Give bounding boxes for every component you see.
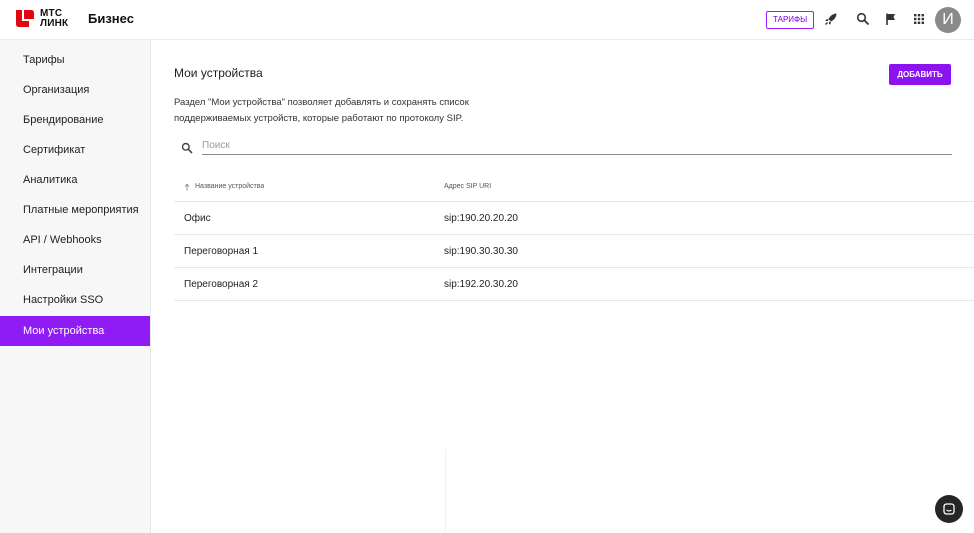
divider <box>445 450 446 533</box>
sidebar-item-paid-events[interactable]: Платные мероприятия <box>0 195 150 225</box>
sidebar-item-branding[interactable]: Брендирование <box>0 105 150 135</box>
sip-uri-cell: sip:190.30.30.30 <box>444 246 518 257</box>
user-avatar[interactable]: И <box>935 7 961 33</box>
apps-grid-icon[interactable] <box>912 12 926 26</box>
devices-table: Название устройства Адрес SIP URI Офис s… <box>174 172 974 301</box>
sidebar-item-api-webhooks[interactable]: API / Webhooks <box>0 225 150 255</box>
flag-icon[interactable] <box>884 12 898 26</box>
logo-text: МТС ЛИНК <box>40 9 68 29</box>
top-header: МТС ЛИНК Бизнес ТАРИФЫ И <box>0 0 974 40</box>
add-device-button[interactable]: ДОБАВИТЬ <box>889 64 951 85</box>
table-row[interactable]: Переговорная 2 sip:192.20.30.20 <box>174 268 974 301</box>
tariffs-button[interactable]: ТАРИФЫ <box>766 11 815 29</box>
chat-icon <box>943 503 955 515</box>
search-icon[interactable] <box>856 12 870 26</box>
support-chat-button[interactable] <box>935 495 963 523</box>
description-line1: Раздел "Мои устройства" позволяет добавл… <box>174 97 469 108</box>
device-search-input[interactable] <box>202 136 952 155</box>
sip-uri-cell: sip:190.20.20.20 <box>444 213 518 224</box>
device-name-cell: Переговорная 1 <box>184 246 259 257</box>
settings-sidebar: Тарифы Организация Брендирование Сертифи… <box>0 40 151 533</box>
sip-uri-cell: sip:192.20.30.20 <box>444 279 518 290</box>
table-header: Название устройства Адрес SIP URI <box>174 172 974 202</box>
device-name-cell: Переговорная 2 <box>184 279 259 290</box>
device-name-cell: Офис <box>184 213 211 224</box>
sidebar-item-organization[interactable]: Организация <box>0 75 150 105</box>
mts-link-logo-icon[interactable] <box>16 10 34 27</box>
sidebar-item-sso-settings[interactable]: Настройки SSO <box>0 285 150 315</box>
sidebar-item-my-devices[interactable]: Мои устройства <box>0 316 150 346</box>
page-title: Мои устройства <box>174 66 263 80</box>
table-row[interactable]: Переговорная 1 sip:190.30.30.30 <box>174 235 974 268</box>
description-line2: поддерживаемых устройств, которые работа… <box>174 112 464 124</box>
sidebar-item-tariffs[interactable]: Тарифы <box>0 45 150 75</box>
sort-arrow-up-icon[interactable] <box>184 183 190 191</box>
table-row[interactable]: Офис sip:190.20.20.20 <box>174 202 974 235</box>
sidebar-item-analytics[interactable]: Аналитика <box>0 165 150 195</box>
logo-line2: ЛИНК <box>40 18 69 29</box>
brand-label: Бизнес <box>88 11 134 26</box>
page-description: Раздел "Мои устройства" позволяет добавл… <box>174 95 494 126</box>
sidebar-item-integrations[interactable]: Интеграции <box>0 255 150 285</box>
column-header-device-name[interactable]: Название устройства <box>195 172 264 202</box>
sidebar-item-certificate[interactable]: Сертификат <box>0 135 150 165</box>
search-field-icon <box>181 142 193 154</box>
rocket-icon[interactable] <box>824 12 838 26</box>
column-header-sip-uri[interactable]: Адрес SIP URI <box>444 172 491 202</box>
